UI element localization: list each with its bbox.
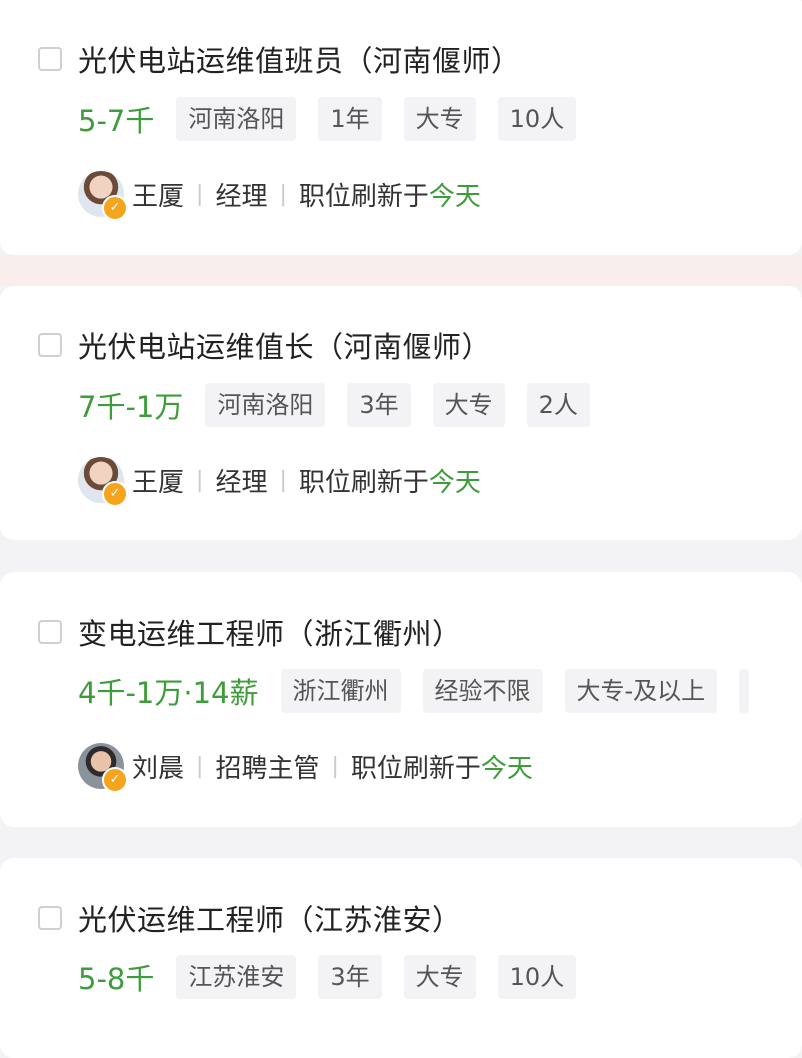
salary: 7千-1万 <box>78 390 184 424</box>
tag-experience: 经验不限 <box>422 669 543 713</box>
job-card[interactable]: 变电运维工程师（浙江衢州） 4千-1万·14薪 浙江衢州 经验不限 大专-及以上… <box>0 572 802 827</box>
tag-education: 大专-及以上 <box>564 669 718 713</box>
avatar[interactable]: ✓ <box>78 457 128 507</box>
tag-overflow <box>739 669 750 713</box>
salary: 5-8千 <box>78 962 155 996</box>
refresh-label: 职位刷新于 <box>298 467 429 498</box>
recruiter-role: 招聘主管 <box>215 753 320 784</box>
divider: | <box>196 181 204 207</box>
recruiter-row: ✓ 王厦 | 经理 | 职位刷新于 今天 <box>78 170 481 221</box>
job-title-row: 变电运维工程师（浙江衢州） <box>38 612 462 652</box>
job-title[interactable]: 光伏运维工程师（江苏淮安） <box>78 897 462 939</box>
tag-location: 河南洛阳 <box>176 97 297 141</box>
select-checkbox[interactable] <box>38 620 62 644</box>
tag-headcount: 10人 <box>497 97 577 141</box>
job-title[interactable]: 光伏电站运维值长（河南偃师） <box>78 324 491 366</box>
tag-headcount: 10人 <box>497 955 577 999</box>
job-card[interactable]: 光伏电站运维值长（河南偃师） 7千-1万 河南洛阳 3年 大专 2人 ✓ 王厦 … <box>0 286 802 540</box>
recruiter-row: ✓ 刘晨 | 招聘主管 | 职位刷新于 今天 <box>78 742 533 793</box>
divider: | <box>196 753 204 779</box>
refresh-label: 职位刷新于 <box>350 753 481 784</box>
tag-location: 河南洛阳 <box>205 383 326 427</box>
divider: | <box>196 467 204 493</box>
recruiter-name: 刘晨 <box>132 753 185 784</box>
job-card[interactable]: 光伏电站运维值班员（河南偃师） 5-7千 河南洛阳 1年 大专 10人 ✓ 王厦… <box>0 0 802 255</box>
recruiter-role: 经理 <box>215 467 268 498</box>
tag-location: 江苏淮安 <box>176 955 297 999</box>
job-title[interactable]: 变电运维工程师（浙江衢州） <box>78 611 462 653</box>
recruiter-name: 王厦 <box>132 181 185 212</box>
refresh-time: 今天 <box>428 467 481 498</box>
recruiter-row: ✓ 王厦 | 经理 | 职位刷新于 今天 <box>78 456 481 507</box>
avatar[interactable]: ✓ <box>78 171 128 221</box>
job-title[interactable]: 光伏电站运维值班员（河南偃师） <box>78 38 521 80</box>
refresh-time: 今天 <box>428 181 481 212</box>
verified-badge-icon: ✓ <box>102 195 128 221</box>
salary: 5-7千 <box>78 104 155 138</box>
select-checkbox[interactable] <box>38 906 62 930</box>
divider: | <box>331 753 339 779</box>
job-title-row: 光伏运维工程师（江苏淮安） <box>38 898 462 938</box>
divider: | <box>279 467 287 493</box>
select-checkbox[interactable] <box>38 47 62 71</box>
recruiter-name: 王厦 <box>132 467 185 498</box>
refresh-time: 今天 <box>480 753 533 784</box>
tag-experience: 3年 <box>347 383 411 427</box>
avatar[interactable]: ✓ <box>78 743 128 793</box>
salary: 4千-1万·14薪 <box>78 676 259 710</box>
verified-badge-icon: ✓ <box>102 481 128 507</box>
tag-education: 大专 <box>403 955 476 999</box>
job-card[interactable]: 光伏运维工程师（江苏淮安） 5-8千 江苏淮安 3年 大专 10人 <box>0 858 802 1058</box>
refresh-label: 职位刷新于 <box>298 181 429 212</box>
recruiter-role: 经理 <box>215 181 268 212</box>
job-title-row: 光伏电站运维值班员（河南偃师） <box>38 39 521 79</box>
job-meta-row: 4千-1万·14薪 浙江衢州 经验不限 大专-及以上 <box>78 669 750 713</box>
verified-badge-icon: ✓ <box>102 767 128 793</box>
card-separator <box>0 255 802 286</box>
job-meta-row: 5-7千 河南洛阳 1年 大专 10人 <box>78 97 598 141</box>
tag-experience: 1年 <box>318 97 382 141</box>
tag-experience: 3年 <box>318 955 382 999</box>
job-meta-row: 5-8千 江苏淮安 3年 大专 10人 <box>78 955 598 999</box>
divider: | <box>279 181 287 207</box>
job-title-row: 光伏电站运维值长（河南偃师） <box>38 325 491 365</box>
select-checkbox[interactable] <box>38 333 62 357</box>
tag-education: 大专 <box>403 97 476 141</box>
job-meta-row: 7千-1万 河南洛阳 3年 大专 2人 <box>78 383 612 427</box>
tag-education: 大专 <box>432 383 505 427</box>
tag-location: 浙江衢州 <box>280 669 401 713</box>
tag-headcount: 2人 <box>526 383 590 427</box>
